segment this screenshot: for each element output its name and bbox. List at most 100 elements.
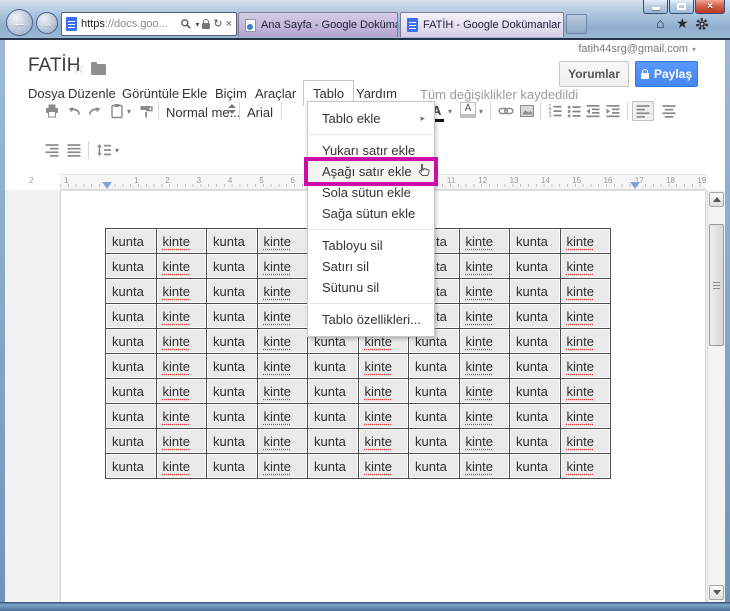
redo-button[interactable] [87,103,103,119]
right-indent-marker[interactable] [630,182,640,189]
table-cell[interactable]: kunta [105,303,157,329]
font-select[interactable]: Arial [247,105,273,120]
table-cell[interactable]: kunta [105,428,157,454]
table-cell[interactable]: kunta [206,328,258,354]
table-menu-item[interactable]: Tablo özellikleri... [308,309,434,330]
align-left-button[interactable] [632,101,654,121]
table-cell[interactable]: kinte [559,403,611,429]
table-cell[interactable]: kinte [155,428,207,454]
table-cell[interactable]: kunta [509,278,561,304]
table-cell[interactable]: kunta [408,353,460,379]
paste-dropdown[interactable]: ▾ [127,108,131,116]
table-cell[interactable]: kinte [155,228,207,254]
menubar-item-6[interactable]: Araçlar [255,86,296,101]
refresh-icon[interactable]: ↻ [213,18,222,30]
table-cell[interactable]: kinte [155,303,207,329]
table-cell[interactable]: kunta [509,378,561,404]
table-cell[interactable]: kinte [256,378,308,404]
table-cell[interactable]: kinte [559,328,611,354]
table-menu-item[interactable]: Satırı sil [308,256,434,277]
style-updown-icon[interactable] [228,104,236,114]
table-cell[interactable]: kinte [458,278,510,304]
table-cell[interactable]: kinte [155,328,207,354]
table-cell[interactable]: kunta [509,453,561,479]
table-cell[interactable]: kinte [559,278,611,304]
table-cell[interactable]: kunta [509,353,561,379]
table-menu-item[interactable]: Tablo ekle ▸ [308,108,434,129]
numbered-list-button[interactable]: 123 [547,103,563,119]
table-cell[interactable]: kinte [559,253,611,279]
scroll-down-button[interactable] [709,585,724,600]
align-center-button[interactable] [661,103,677,119]
table-cell[interactable]: kunta [206,453,258,479]
table-cell[interactable]: kinte [256,228,308,254]
menubar-item-3[interactable]: Görüntüle [122,86,179,101]
bulleted-list-button[interactable] [566,103,582,119]
table-menu-item[interactable]: Tabloyu sil [308,235,434,256]
table-cell[interactable]: kinte [357,353,409,379]
menubar-item-2[interactable]: Düzenle [68,86,116,101]
table-cell[interactable]: kinte [458,378,510,404]
table-cell[interactable]: kunta [105,353,157,379]
table-cell[interactable]: kunta [408,403,460,429]
table-cell[interactable]: kunta [307,353,359,379]
table-cell[interactable]: kunta [206,428,258,454]
justify-button[interactable] [66,142,82,158]
table-cell[interactable]: kunta [307,403,359,429]
table-cell[interactable]: kinte [155,403,207,429]
table-cell[interactable]: kinte [458,453,510,479]
table-cell[interactable]: kinte [559,353,611,379]
table-cell[interactable]: kinte [458,428,510,454]
line-spacing-button[interactable] [96,142,112,158]
highlight-dropdown[interactable]: ▾ [479,108,483,116]
settings-gear-icon[interactable] [695,17,709,31]
table-cell[interactable]: kunta [206,303,258,329]
table-cell[interactable]: kinte [256,328,308,354]
table-cell[interactable]: kinte [458,328,510,354]
table-cell[interactable]: kinte [458,253,510,279]
table-cell[interactable]: kinte [155,453,207,479]
table-cell[interactable]: kunta [206,403,258,429]
table-cell[interactable]: kinte [458,353,510,379]
print-button[interactable] [44,103,60,119]
table-cell[interactable]: kinte [458,228,510,254]
align-right-button[interactable] [44,142,60,158]
table-cell[interactable]: kinte [256,403,308,429]
table-cell[interactable]: kinte [256,353,308,379]
table-cell[interactable]: kinte [559,428,611,454]
table-cell[interactable]: kinte [559,378,611,404]
table-menu-item[interactable]: Sütunu sil [308,277,434,298]
table-cell[interactable]: kunta [206,378,258,404]
table-cell[interactable]: kunta [509,253,561,279]
table-cell[interactable]: kinte [155,378,207,404]
table-cell[interactable]: kinte [256,453,308,479]
insert-image-button[interactable] [519,103,535,119]
stop-icon[interactable]: × [226,18,232,30]
table-cell[interactable]: kunta [307,428,359,454]
table-cell[interactable]: kinte [256,278,308,304]
paint-format-button[interactable] [138,103,154,119]
table-cell[interactable]: kunta [105,378,157,404]
table-cell[interactable]: kunta [105,228,157,254]
text-color-dropdown[interactable]: ▾ [448,108,452,116]
table-cell[interactable]: kunta [307,378,359,404]
insert-link-button[interactable] [498,103,514,119]
table-cell[interactable]: kunta [509,228,561,254]
table-cell[interactable]: kinte [256,428,308,454]
scrollbar-thumb[interactable] [709,224,724,346]
table-cell[interactable]: kinte [256,253,308,279]
search-icon[interactable] [180,18,192,30]
table-cell[interactable]: kinte [155,353,207,379]
line-spacing-dropdown[interactable]: ▾ [115,147,119,155]
favorites-star-icon[interactable]: ★ [676,16,689,30]
menubar-item-8[interactable]: Yardım [356,86,397,101]
folder-icon[interactable] [91,62,106,75]
scroll-up-button[interactable] [709,192,724,207]
new-tab-button[interactable] [566,14,587,34]
table-cell[interactable]: kunta [509,328,561,354]
table-cell[interactable]: kinte [559,303,611,329]
table-cell[interactable]: kinte [559,228,611,254]
home-icon[interactable]: ⌂ [656,16,664,30]
table-cell[interactable]: kinte [357,453,409,479]
search-dropdown-icon[interactable]: ▾ [195,20,199,29]
